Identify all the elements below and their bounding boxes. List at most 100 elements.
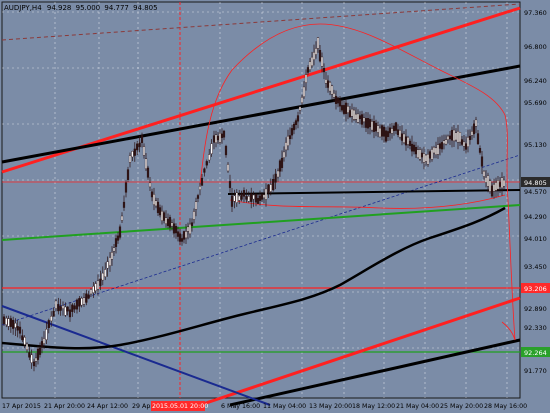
candle-body: [198, 186, 202, 190]
candle-body: [208, 154, 211, 161]
x-tick: 21 Apr 20:00: [44, 403, 85, 410]
candle-body: [247, 196, 250, 202]
candle-body: [174, 226, 178, 234]
candle-body: [66, 306, 69, 312]
candle-body: [194, 201, 198, 210]
y-tick: 92.330: [524, 324, 547, 332]
candle-body: [454, 132, 458, 141]
candle-body: [152, 194, 156, 205]
candle-body: [156, 201, 160, 213]
candle-body: [210, 143, 213, 154]
x-tick: 29 Ap: [132, 403, 150, 410]
candle-body: [348, 110, 352, 118]
candle-body: [267, 184, 270, 194]
candle-body: [384, 130, 388, 142]
candle-body: [434, 147, 438, 155]
candle-body: [474, 119, 478, 127]
candle-body: [114, 238, 118, 247]
candle-body: [212, 135, 216, 143]
candle-body: [78, 298, 81, 307]
candle-body: [196, 195, 200, 199]
candle-body: [462, 141, 466, 147]
candle-body: [216, 135, 220, 141]
candle-body: [144, 158, 148, 170]
candle-body: [94, 283, 97, 291]
candle-body: [400, 133, 404, 141]
candle-body: [314, 48, 318, 55]
candle-body: [494, 182, 498, 191]
candle-body: [42, 338, 46, 344]
candle-body: [398, 130, 402, 138]
candle-body: [294, 120, 298, 125]
candle-body: [420, 152, 424, 158]
candle-body: [92, 286, 95, 293]
candle-body: [59, 306, 62, 311]
candle-body: [214, 134, 218, 143]
y-tick: 94.290: [524, 213, 547, 221]
candle-body: [254, 193, 258, 203]
candle-body: [108, 257, 112, 266]
candle-body: [432, 146, 436, 154]
candle-body: [330, 85, 334, 95]
candle-body: [422, 153, 426, 163]
y-tick: 96.240: [524, 77, 547, 85]
candle-body: [436, 144, 440, 155]
x-tick: 13 May 20:00: [309, 403, 352, 410]
candle-body: [180, 238, 184, 242]
candle-body: [260, 194, 264, 200]
y-tick: 94.010: [524, 235, 547, 243]
candle-body: [464, 143, 468, 150]
candle-body: [498, 182, 502, 187]
candle-body: [482, 170, 486, 177]
candle-body: [390, 128, 394, 134]
candle-body: [18, 326, 22, 334]
candle-body: [131, 151, 134, 158]
candle-body: [71, 304, 74, 312]
candle-body: [394, 122, 398, 131]
candle-body: [352, 109, 356, 120]
candle-body: [450, 129, 454, 141]
candle-body: [460, 139, 464, 145]
x-tick: 21 May 04:00: [396, 403, 439, 410]
chart-canvas[interactable]: AUDJPY,H4 94.928 95.000 94.777 94.805 97…: [0, 0, 550, 413]
candle-body: [233, 195, 236, 202]
candle-body: [190, 222, 194, 227]
candle-body: [292, 123, 296, 131]
x-tick: 18 May 12:00: [352, 403, 395, 410]
candle-body: [106, 261, 109, 269]
candle-body: [442, 140, 446, 145]
candle-body: [382, 126, 386, 137]
x-tick: 24 Apr 12:00: [87, 403, 128, 410]
candle-body: [308, 61, 312, 70]
candle-body: [440, 142, 444, 150]
candle-body: [328, 82, 332, 92]
candle-body: [396, 129, 400, 136]
candle-body: [30, 354, 33, 363]
candle-body: [222, 130, 226, 138]
y-tick: 96.800: [524, 43, 547, 51]
candle-body: [162, 212, 166, 221]
candle-body: [182, 231, 186, 240]
candle-body: [438, 143, 442, 149]
x-axis: 17 Apr 2015 21 Apr 20:00 24 Apr 12:00 29…: [2, 401, 527, 411]
candle-body: [269, 184, 272, 192]
candle-body: [138, 142, 141, 148]
candle-body: [75, 299, 79, 310]
candle-body: [258, 195, 262, 201]
candle-body: [64, 306, 67, 316]
candle-body: [14, 322, 17, 328]
candle-body: [298, 106, 302, 111]
candle-body: [312, 52, 316, 61]
candle-body: [364, 118, 368, 128]
candle-body: [68, 309, 72, 318]
candle-body: [87, 294, 90, 299]
y-tick: 92.890: [524, 305, 547, 313]
candle-body: [340, 105, 344, 111]
red-level-value: 93.206: [524, 285, 547, 293]
candle-body: [73, 305, 76, 310]
candle-body: [274, 173, 277, 183]
candle-body: [136, 143, 139, 151]
candle-body: [112, 247, 116, 252]
candle-body: [404, 136, 408, 146]
candle-body: [356, 113, 360, 123]
